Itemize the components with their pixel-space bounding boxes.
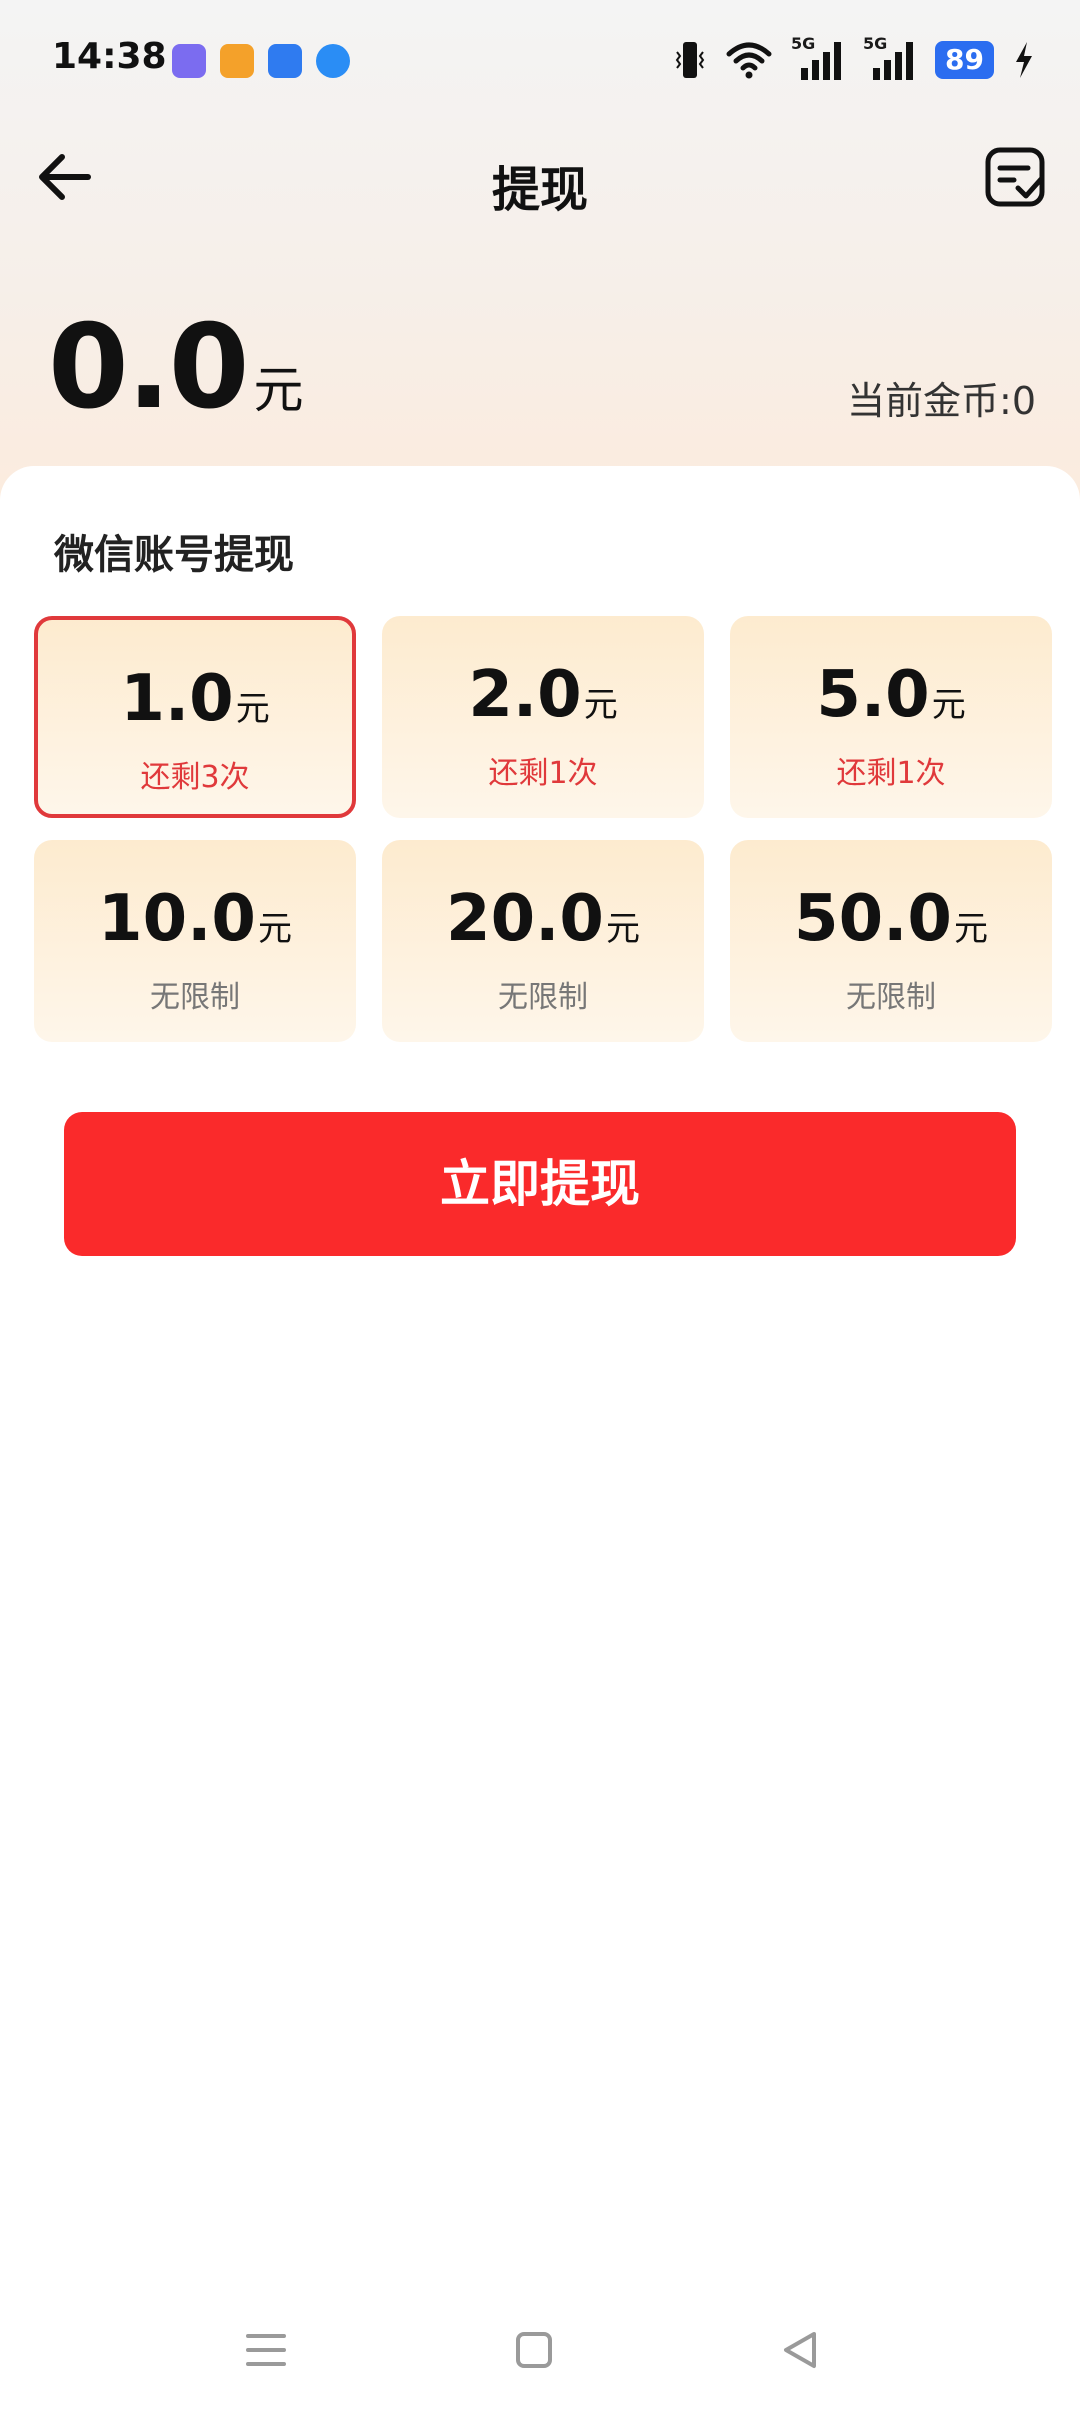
amount-option[interactable]: 5.0元 还剩1次 xyxy=(730,616,1052,818)
balance-unit: 元 xyxy=(253,361,304,419)
balance-amount: 0.0 xyxy=(48,300,249,435)
amount-option[interactable]: 2.0元 还剩1次 xyxy=(382,616,704,818)
balance-display: 0.0 元 xyxy=(48,300,304,435)
option-remaining: 还剩1次 xyxy=(488,756,598,791)
back-nav-button[interactable] xyxy=(772,2320,832,2380)
amount-option[interactable]: 50.0元 无限制 xyxy=(730,840,1052,1042)
option-amount: 1.0 xyxy=(120,662,234,736)
recent-apps-button[interactable] xyxy=(236,2320,296,2380)
withdraw-now-button[interactable]: 立即提现 xyxy=(64,1112,1016,1256)
option-amount: 5.0 xyxy=(816,658,930,732)
record-list-icon xyxy=(985,147,1045,207)
square-icon xyxy=(516,2332,552,2368)
section-title: 微信账号提现 xyxy=(54,532,294,578)
option-amount: 2.0 xyxy=(468,658,582,732)
page-title: 提现 xyxy=(491,162,588,218)
withdraw-card: 微信账号提现 1.0元 还剩3次 2.0元 还剩1次 5.0元 还剩1次 10.… xyxy=(0,466,1080,2412)
option-unit: 元 xyxy=(953,909,988,949)
charging-icon xyxy=(1016,42,1032,78)
menu-icon xyxy=(246,2334,286,2366)
option-limit: 无限制 xyxy=(498,980,588,1015)
amount-option[interactable]: 1.0元 还剩3次 xyxy=(34,616,356,818)
option-unit: 元 xyxy=(235,689,270,729)
ai-app-icon xyxy=(268,44,302,78)
option-amount: 50.0 xyxy=(794,882,952,956)
vibrate-icon xyxy=(675,42,705,78)
status-icons: 5G 5G 89 xyxy=(673,34,1036,82)
withdraw-record-button[interactable] xyxy=(980,142,1050,212)
wifi-icon xyxy=(726,42,772,79)
browser-app-icon xyxy=(316,44,350,78)
signal-1: 5G xyxy=(791,34,845,82)
option-unit: 元 xyxy=(931,685,966,725)
option-limit: 无限制 xyxy=(150,980,240,1015)
video-app-icon xyxy=(220,44,254,78)
network-type-1: 5G xyxy=(791,34,816,53)
option-amount: 20.0 xyxy=(446,882,604,956)
option-limit: 无限制 xyxy=(846,980,936,1015)
option-remaining: 还剩1次 xyxy=(836,756,946,791)
amount-option[interactable]: 10.0元 无限制 xyxy=(34,840,356,1042)
status-bar: 14:38 5G 5G 89 xyxy=(0,0,1080,120)
message-app-icon xyxy=(172,44,206,78)
battery-level: 89 xyxy=(935,41,994,79)
option-unit: 元 xyxy=(583,685,618,725)
option-amount: 10.0 xyxy=(98,882,256,956)
option-remaining: 还剩3次 xyxy=(140,760,250,795)
current-coins: 当前金币:0 xyxy=(847,379,1036,423)
network-type-2: 5G xyxy=(863,34,888,53)
option-unit: 元 xyxy=(605,909,640,949)
option-unit: 元 xyxy=(257,909,292,949)
signal-2: 5G xyxy=(863,34,917,82)
triangle-back-icon xyxy=(784,2332,816,2368)
system-nav-bar xyxy=(0,2300,1080,2412)
amount-option[interactable]: 20.0元 无限制 xyxy=(382,840,704,1042)
home-button[interactable] xyxy=(504,2320,564,2380)
nav-bar: 提现 xyxy=(0,120,1080,240)
status-time: 14:38 xyxy=(52,36,167,77)
